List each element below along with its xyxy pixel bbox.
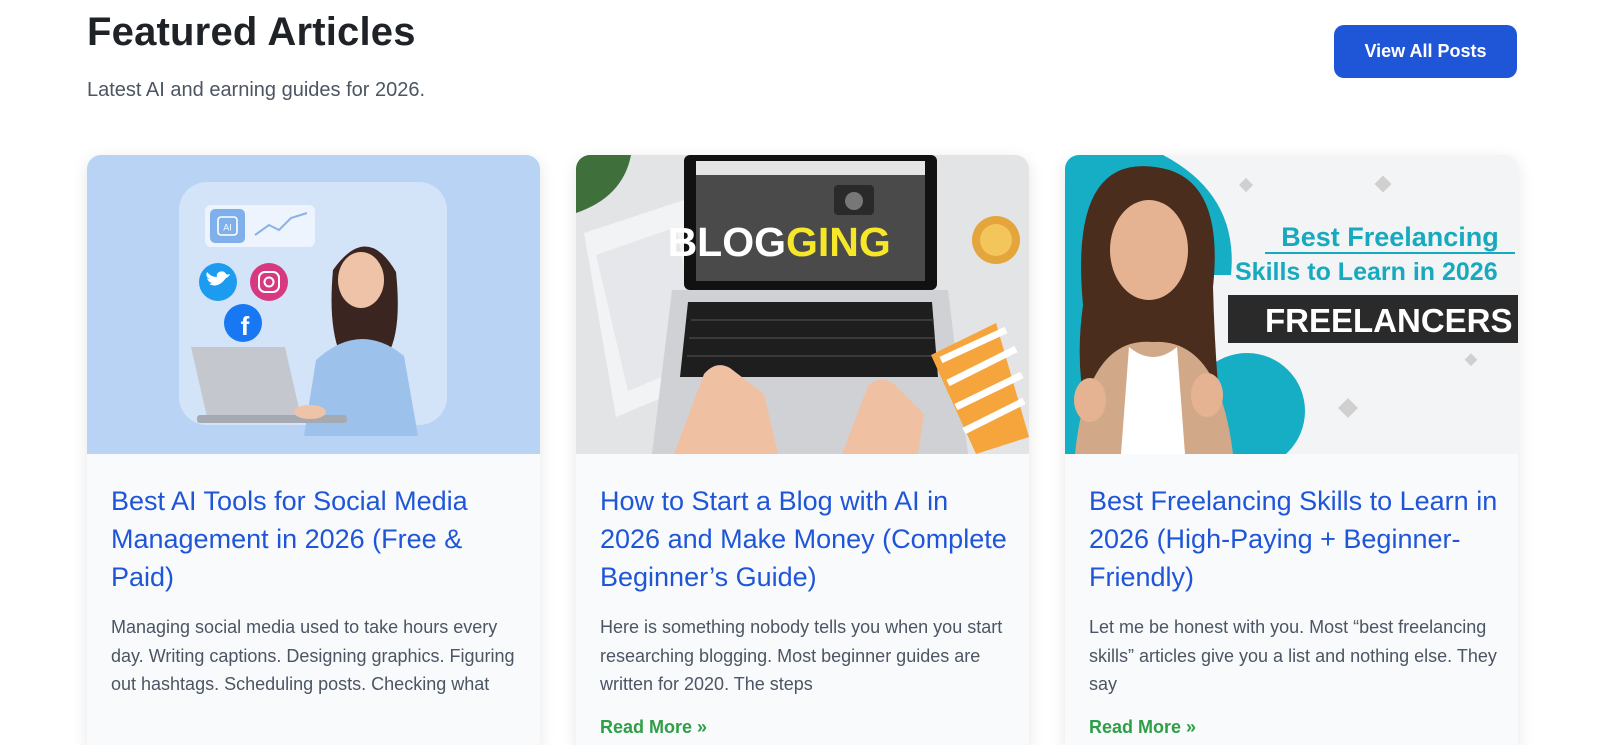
article-card: AI f Best AI Tools for Social Media Mana… [87,155,540,745]
article-excerpt: Here is something nobody tells you when … [600,617,1003,694]
ai-badge-text: AI [223,223,232,233]
article-title[interactable]: Best Freelancing Skills to Learn in 2026… [1089,482,1499,596]
social-media-illustration: AI f [87,155,540,454]
article-thumbnail[interactable]: BLOG GING [576,155,1029,454]
section-title: Featured Articles [87,10,416,54]
section-subtitle: Latest AI and earning guides for 2026. [87,79,426,101]
banner-freelancers-text: FREELANCERS [1265,302,1513,339]
freelancing-banner-image: Best Freelancing Skills to Learn in 2026… [1065,155,1518,454]
article-title[interactable]: Best AI Tools for Social Media Managemen… [111,482,521,596]
section-header: Featured Articles Latest AI and earning … [87,0,1517,130]
blogging-text-part1: BLOG [668,219,786,265]
article-excerpt: Managing social media used to take hours… [111,617,515,694]
article-card: Best Freelancing Skills to Learn in 2026… [1065,155,1518,745]
blogging-text-part2: GING [786,219,891,265]
article-card: BLOG GING How to Start a Blog with AI in… [576,155,1029,745]
blogging-laptop-photo: BLOG GING [576,155,1029,454]
article-title[interactable]: How to Start a Blog with AI in 2026 and … [600,482,1010,596]
view-all-posts-button[interactable]: View All Posts [1334,25,1517,78]
svg-text:f: f [241,311,250,341]
read-more-link[interactable]: Read More » [600,717,707,738]
banner-line1: Best Freelancing [1281,222,1499,252]
article-thumbnail[interactable]: Best Freelancing Skills to Learn in 2026… [1065,155,1518,454]
article-thumbnail[interactable]: AI f [87,155,540,454]
article-excerpt: Let me be honest with you. Most “best fr… [1089,617,1497,694]
article-grid: AI f Best AI Tools for Social Media Mana… [87,155,1518,745]
banner-line2: Skills to Learn in 2026 [1235,258,1498,286]
read-more-link[interactable]: Read More » [1089,717,1196,738]
instagram-icon [250,263,288,301]
